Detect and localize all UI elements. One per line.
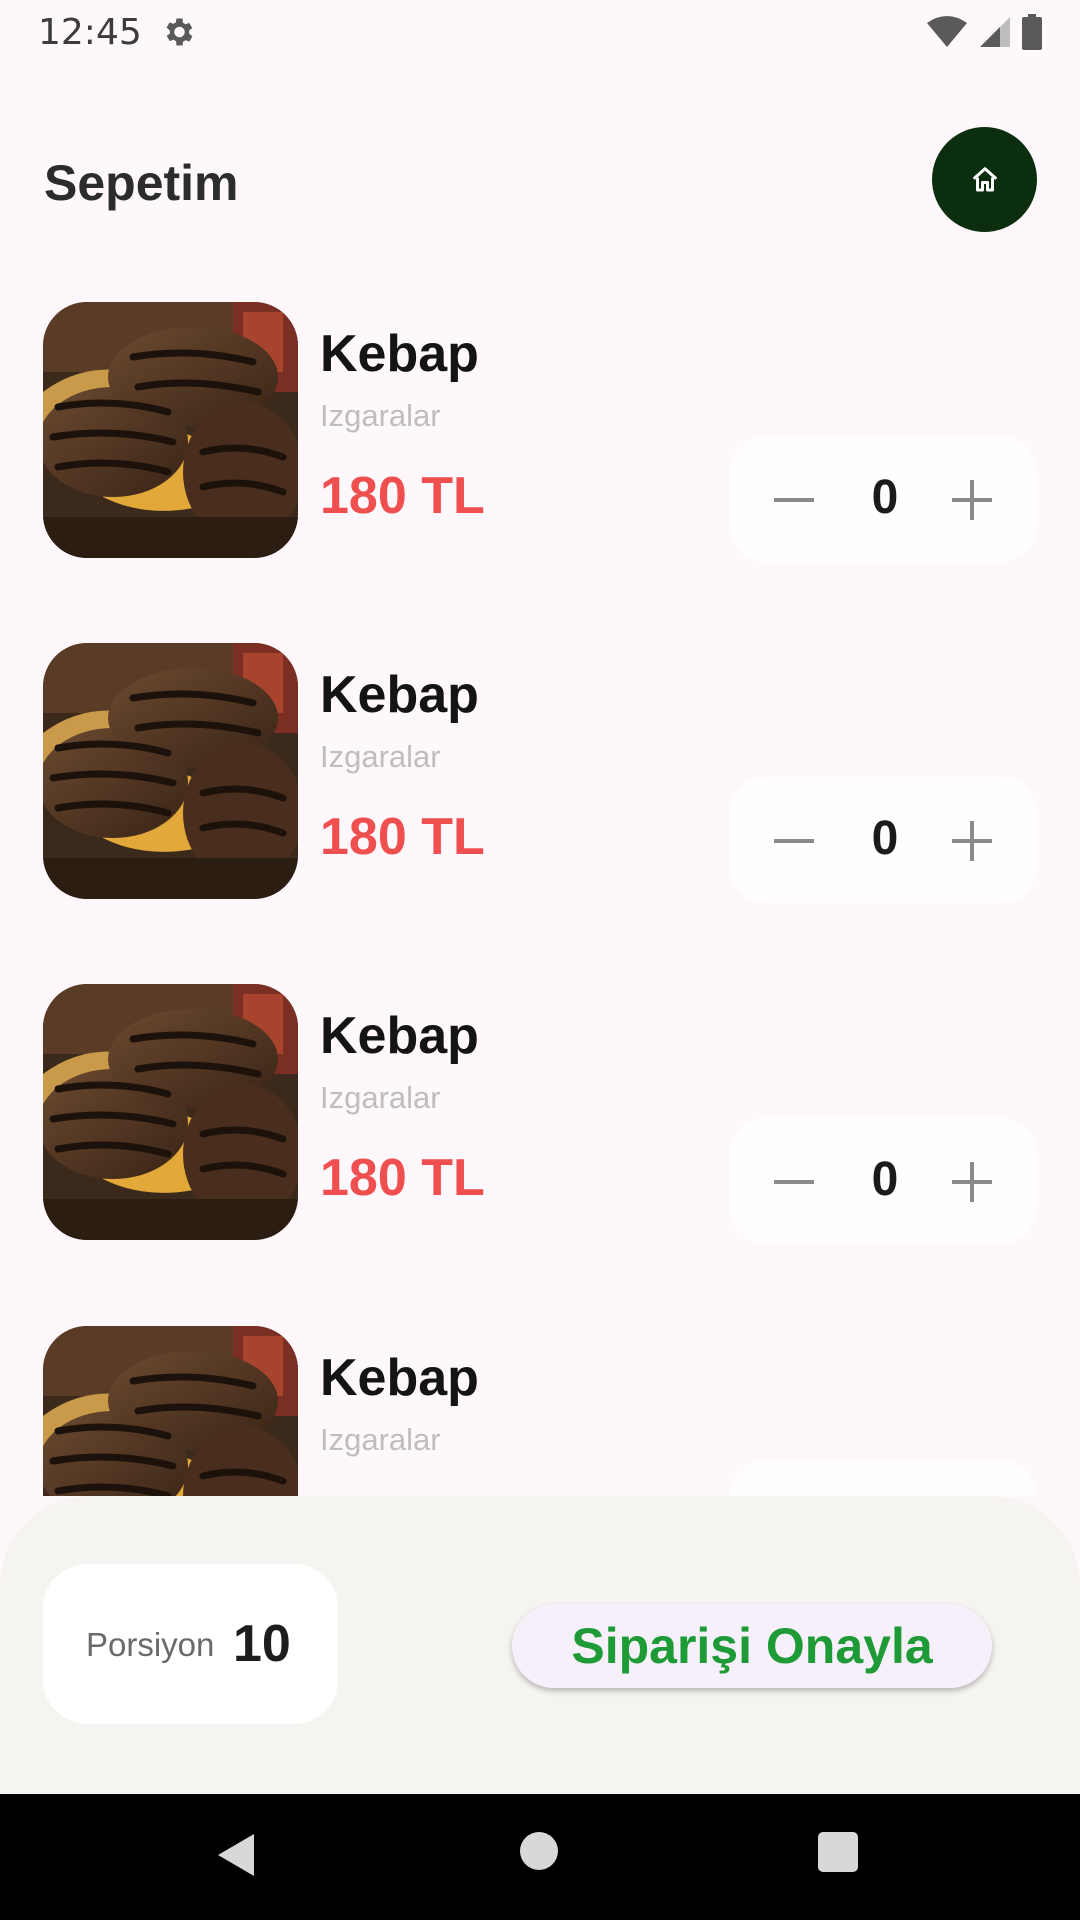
status-icons — [926, 14, 1042, 50]
confirm-order-button[interactable]: Siparişi Onayla — [512, 1604, 992, 1688]
cart-list[interactable]: Kebap Izgaralar 180 TL 0 Kebap Izgaralar… — [0, 302, 1080, 1496]
home-icon — [972, 166, 997, 191]
portion-label: Porsiyon — [86, 1626, 215, 1663]
portion-card: Porsiyon 10 — [43, 1564, 338, 1724]
item-name: Kebap — [320, 1349, 479, 1407]
quantity-stepper: 0 — [730, 1118, 1037, 1244]
cart-item: Kebap Izgaralar 180 TL 0 — [0, 984, 1080, 1244]
food-image — [43, 643, 298, 899]
portion-value: 10 — [233, 1615, 291, 1673]
plus-icon[interactable] — [950, 478, 994, 522]
quantity-stepper: 0 — [730, 436, 1037, 562]
navigation-bar — [0, 1794, 1080, 1920]
home-circle-icon[interactable] — [520, 1832, 558, 1870]
item-price: 180 TL — [320, 467, 485, 525]
bottom-panel: Porsiyon 10 Siparişi Onayla — [0, 1496, 1080, 1794]
recents-icon[interactable] — [818, 1832, 858, 1872]
quantity-stepper: 0 — [730, 777, 1037, 903]
food-image — [43, 302, 298, 558]
item-category: Izgaralar — [320, 398, 441, 433]
quantity-value: 0 — [871, 812, 899, 865]
quantity-stepper — [730, 1460, 1037, 1496]
wifi-icon — [927, 16, 967, 47]
plus-icon[interactable] — [950, 819, 994, 863]
food-image — [43, 984, 298, 1240]
minus-icon[interactable] — [772, 1160, 816, 1204]
item-name: Kebap — [320, 1007, 479, 1065]
quantity-value: 0 — [871, 471, 899, 524]
cellular-signal-icon — [980, 17, 1010, 47]
item-category: Izgaralar — [320, 739, 441, 774]
gear-icon — [166, 18, 193, 46]
status-time: 12:45 — [38, 12, 142, 53]
minus-icon[interactable] — [772, 819, 816, 863]
cart-item: Kebap Izgaralar 180 TL 0 — [0, 643, 1080, 903]
item-price: 180 TL — [320, 808, 485, 866]
item-category: Izgaralar — [320, 1080, 441, 1115]
minus-icon[interactable] — [772, 478, 816, 522]
battery-icon — [1022, 14, 1042, 50]
plus-icon[interactable] — [950, 1160, 994, 1204]
cart-item: Kebap Izgaralar 180 TL 0 — [0, 302, 1080, 562]
item-name: Kebap — [320, 666, 479, 724]
cart-item: Kebap Izgaralar — [0, 1326, 1080, 1496]
back-icon[interactable] — [216, 1832, 256, 1878]
food-image — [43, 1326, 298, 1496]
item-price: 180 TL — [320, 1149, 485, 1207]
header: Sepetim — [0, 120, 1080, 240]
page-title: Sepetim — [44, 155, 239, 211]
status-bar: 12:45 — [0, 0, 1080, 64]
item-name: Kebap — [320, 325, 479, 383]
quantity-value: 0 — [871, 1153, 899, 1206]
item-category: Izgaralar — [320, 1422, 441, 1457]
home-button[interactable] — [932, 127, 1037, 232]
